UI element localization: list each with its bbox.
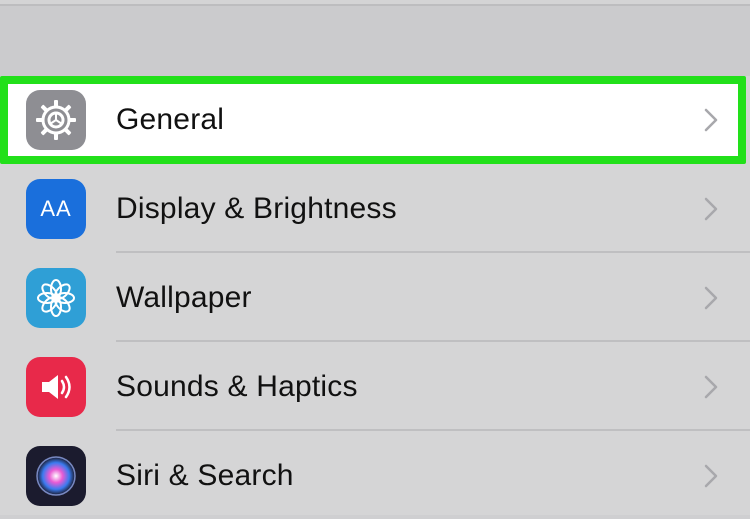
settings-row-sounds-haptics[interactable]: Sounds & Haptics [0, 342, 750, 431]
settings-row-general[interactable]: General [0, 76, 746, 164]
settings-list: General AA Display & Brightness Wallpape… [0, 76, 750, 519]
gear-icon [26, 90, 86, 150]
chevron-right-icon [704, 464, 718, 487]
settings-row-label: Sounds & Haptics [116, 369, 358, 403]
flower-icon [26, 267, 86, 328]
chevron-right-icon [704, 108, 718, 132]
chevron-right-icon [704, 286, 718, 309]
bottom-edge [0, 515, 750, 519]
settings-row-label: Wallpaper [116, 280, 252, 314]
chevron-right-icon [704, 375, 718, 398]
text-size-glyph: AA [40, 195, 72, 221]
settings-screen: General AA Display & Brightness Wallpape… [0, 0, 750, 519]
settings-row-label: Siri & Search [116, 458, 294, 492]
settings-row-display-brightness[interactable]: AA Display & Brightness [0, 164, 750, 253]
settings-row-label: General [116, 103, 225, 136]
speaker-icon [26, 356, 86, 417]
settings-row-label: Display & Brightness [116, 191, 397, 225]
settings-row-siri-search[interactable]: Siri & Search [0, 431, 750, 519]
settings-row-wallpaper[interactable]: Wallpaper [0, 253, 750, 342]
text-size-icon: AA [26, 178, 86, 239]
siri-icon [26, 445, 86, 506]
group-spacer [0, 6, 750, 76]
chevron-right-icon [704, 197, 718, 220]
